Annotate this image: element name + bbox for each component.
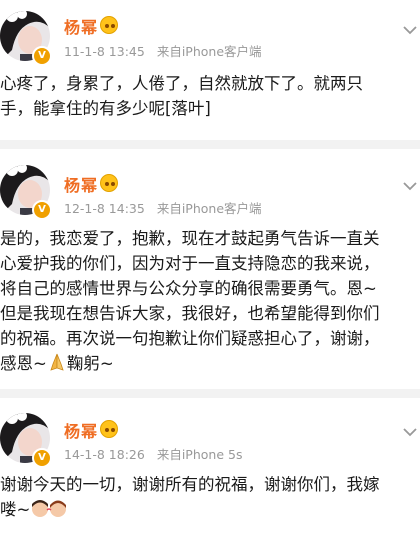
post-line: 手，能拿住的有多少呢[落叶] [0,99,211,118]
post-body: 心疼了，身累了，人倦了，自然就放下了。就两只 手，能拿住的有多少呢[落叶] [0,71,420,121]
chevron-down-icon[interactable] [400,422,420,442]
verified-badge-icon: V [32,448,52,468]
post-body: 谢谢今天的一切，谢谢所有的祝福，谢谢你们，我嫁 喽~ [0,472,420,522]
avatar[interactable]: V [0,10,52,66]
post-divider [0,140,420,149]
post-meta: 11-1-8 13:45 来自iPhone客户端 [64,41,270,60]
author-name[interactable]: 杨幂 [64,14,98,38]
post-line: 是的，我恋爱了，抱歉，现在才鼓起勇气告诉一直关 [0,229,380,248]
post-line-last: 感恩~ 鞠躬~ [0,351,420,376]
chevron-down-icon[interactable] [400,176,420,196]
crown-icon [100,16,118,34]
post-time: 12-1-8 14:35 [64,201,145,216]
post-body: 是的，我恋爱了，抱歉，现在才鼓起勇气告诉一直关 心爱护我的你们，因为对于一直支持… [0,226,420,376]
post-line-segment: 鞠躬~ [66,354,114,373]
post-source: 来自iPhone 5s [156,447,243,462]
post-line-segment: 感恩~ [0,354,47,373]
post-line: 将自己的感情世界与公众分享的确很需要勇气。恩~ [0,279,377,298]
post-line: 谢谢今天的一切，谢谢所有的祝福，谢谢你们，我嫁 [0,475,380,494]
post-line-last: 喽~ [0,497,420,522]
post-line: 心爱护我的你们，因为对于一直支持隐恋的我来说， [0,254,380,273]
post-time: 14-1-8 18:26 [64,447,145,462]
kissing-couple-icon [32,500,67,517]
crown-icon [100,174,118,192]
post-line-segment: 喽~ [0,500,31,519]
post-source: 来自iPhone客户端 [156,201,262,216]
post-line: 但是我现在想告诉大家，我很好，也希望能得到你们 [0,304,380,323]
post-meta: 14-1-8 18:26 来自iPhone 5s [64,444,250,463]
post-divider [0,389,420,398]
verified-badge-icon: V [32,200,52,220]
avatar[interactable]: V [0,412,52,468]
post-line: 心疼了，身累了，人倦了，自然就放下了。就两只 [0,74,363,93]
author-name[interactable]: 杨幂 [64,418,98,442]
post-source: 来自iPhone客户端 [156,44,262,59]
post-time: 11-1-8 13:45 [64,44,145,59]
post-meta: 12-1-8 14:35 来自iPhone客户端 [64,198,270,217]
post-line: 的祝福。再次说一句抱歉让你们疑惑担心了，谢谢， [0,329,380,348]
praying-hands-icon [50,353,64,371]
author-name[interactable]: 杨幂 [64,172,98,196]
chevron-down-icon[interactable] [400,20,420,40]
crown-icon [100,420,118,438]
verified-badge-icon: V [32,46,52,66]
avatar[interactable]: V [0,164,52,220]
